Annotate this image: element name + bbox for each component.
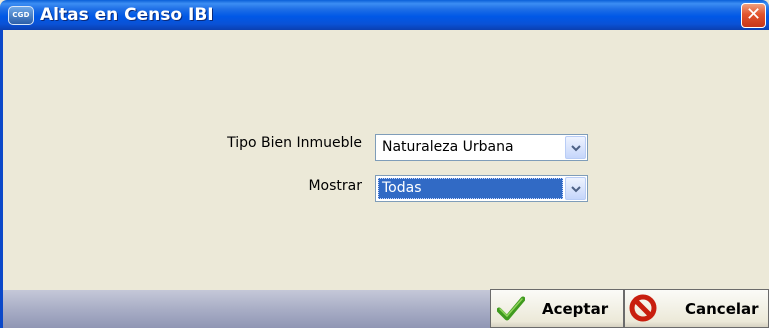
mostrar-value: Todas [378,178,563,199]
mostrar-select[interactable]: Todas [375,175,588,202]
cancel-label: Cancelar [685,300,759,318]
form-area: Tipo Bien Inmueble Naturaleza Urbana Mos… [3,30,769,290]
tipo-bien-label: Tipo Bien Inmueble [227,135,362,151]
chevron-down-icon[interactable] [565,136,586,159]
dialog-window: CGD Altas en Censo IBI ✕ Tipo Bien Inmue… [0,0,769,328]
cancel-button[interactable]: Cancelar [624,289,769,328]
app-icon: CGD [8,6,34,25]
chevron-down-icon[interactable] [565,177,586,200]
checkmark-icon [497,296,525,321]
accept-label: Aceptar [542,300,609,318]
accept-button[interactable]: Aceptar [490,289,624,328]
mostrar-label: Mostrar [308,178,362,194]
close-icon[interactable]: ✕ [741,3,766,28]
window-title: Altas en Censo IBI [40,5,214,25]
title-bar[interactable]: CGD Altas en Censo IBI ✕ [0,0,769,30]
tipo-bien-value: Naturaleza Urbana [382,139,514,155]
cancel-icon [629,294,657,322]
tipo-bien-select[interactable]: Naturaleza Urbana [375,134,588,161]
